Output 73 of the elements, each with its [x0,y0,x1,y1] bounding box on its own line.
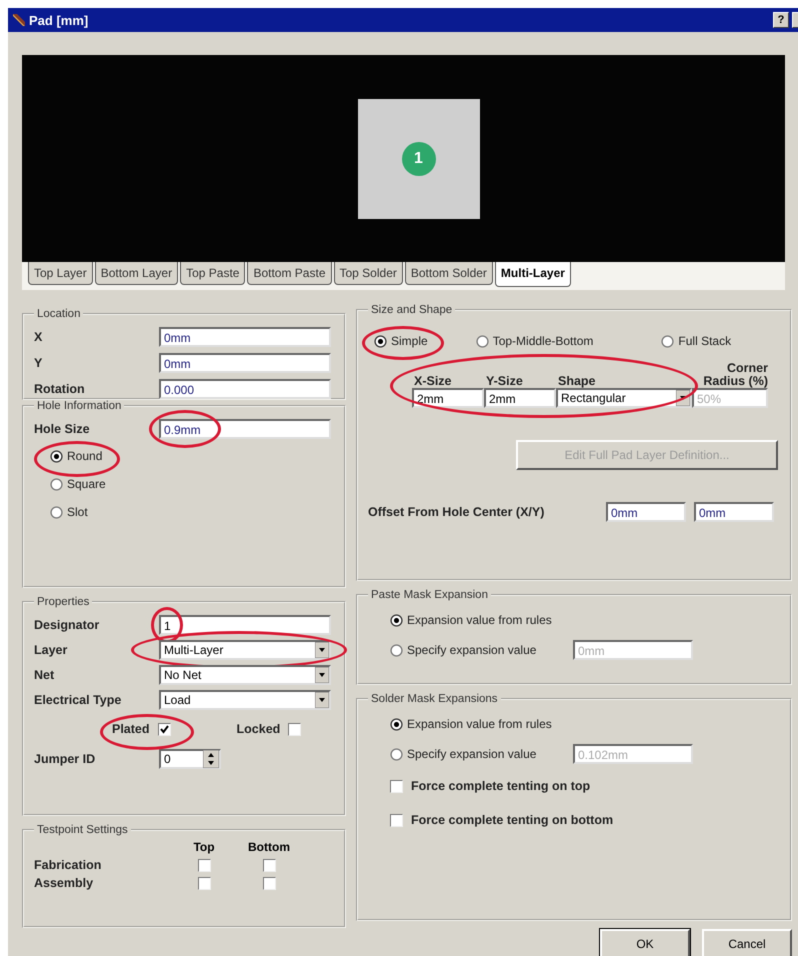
text-field[interactable]: 0mm [606,502,686,522]
field-label: Offset From Hole Center (X/Y) [368,505,546,520]
group-title: Properties [36,596,90,608]
radio-button[interactable]: Expansion value from rules [390,613,552,627]
dropdown[interactable]: Rectangular [556,388,692,408]
text-field[interactable]: 0.000 [159,379,331,399]
dropdown[interactable]: Multi-Layer [159,640,331,660]
group-title: Hole Information [36,400,122,412]
dropdown[interactable]: No Net [159,664,331,684]
pen-icon [12,13,26,27]
layer-tab[interactable]: Top Layer [28,262,93,285]
layer-tab[interactable]: Top Solder [334,262,403,285]
spinner-icon [203,750,219,768]
radio-button[interactable]: Expansion value from rules [390,717,552,731]
field-label: Net [34,668,56,682]
field-label: X [34,330,44,344]
help-button[interactable]: ? [773,12,789,28]
checkbox[interactable] [262,876,276,890]
row-label: Assembly [34,876,94,890]
text-field[interactable]: 1 [159,614,331,634]
checkbox[interactable]: Force complete tenting on top [390,779,590,793]
ok-button[interactable]: OK [600,929,690,956]
field-label: Y [34,356,44,370]
field-label: Jumper ID [34,752,96,766]
text-field[interactable]: 0mm [159,353,331,373]
group-title: Paste Mask Expansion [370,589,489,601]
text-field[interactable]: 0mm [694,502,774,522]
radio-button[interactable]: Full Stack [661,334,732,348]
checkbox[interactable]: Force complete tenting on bottom [390,813,614,827]
column-header: Shape [557,374,597,388]
checkbox[interactable]: Plated [112,722,171,736]
column-header: Corner Radius (%) [702,362,768,388]
layer-tab[interactable]: Bottom Layer [94,262,178,285]
text-field[interactable]: 0mm [159,327,331,347]
dropdown[interactable]: Load [159,690,331,710]
radio-button[interactable]: Top-Middle-Bottom [476,334,594,348]
field-label: Rotation [34,382,86,396]
column-header: Bottom [247,840,291,854]
cancel-button[interactable]: Cancel [702,929,792,956]
field-label: Hole Size [34,422,91,436]
column-header: Top [192,840,216,854]
caret-icon [315,666,329,682]
checkbox[interactable]: Locked [236,722,302,736]
text-field[interactable]: 0.9mm [159,419,331,439]
group-title: Testpoint Settings [36,824,129,836]
check-icon [158,724,170,734]
window-title: Pad [mm] [29,12,88,28]
pad-designator: 1 [402,142,436,176]
spin-field[interactable]: 0 [159,748,221,768]
radio-button[interactable]: Simple [374,334,428,348]
checkbox[interactable] [262,858,276,872]
caret-icon [315,692,329,708]
layer-tab[interactable]: Multi-Layer [494,262,571,287]
checkbox[interactable] [198,858,210,872]
radio-button[interactable]: Square [50,477,106,491]
field-label: Designator [34,618,100,632]
column-header: X-Size [413,374,453,388]
radio-button[interactable]: Slot [50,505,88,519]
caret-icon [315,642,329,658]
layer-tab[interactable]: Bottom Paste [247,262,332,285]
column-header: Y-Size [485,374,524,388]
row-label: Fabrication [34,858,102,872]
checkbox[interactable] [198,876,210,890]
text-field[interactable]: 2mm [484,388,556,408]
radio-button[interactable]: Round [50,449,102,463]
layer-tab[interactable]: Bottom Solder [404,262,493,285]
layer-tab[interactable]: Top Paste [180,262,246,285]
field-label: Electrical Type [34,692,122,706]
group-title: Location [36,308,82,320]
field-label: Layer [34,642,68,656]
text-field[interactable]: 2mm [412,388,484,408]
group-title: Size and Shape [370,304,454,316]
group-title: Solder Mask Expansions [370,693,499,705]
